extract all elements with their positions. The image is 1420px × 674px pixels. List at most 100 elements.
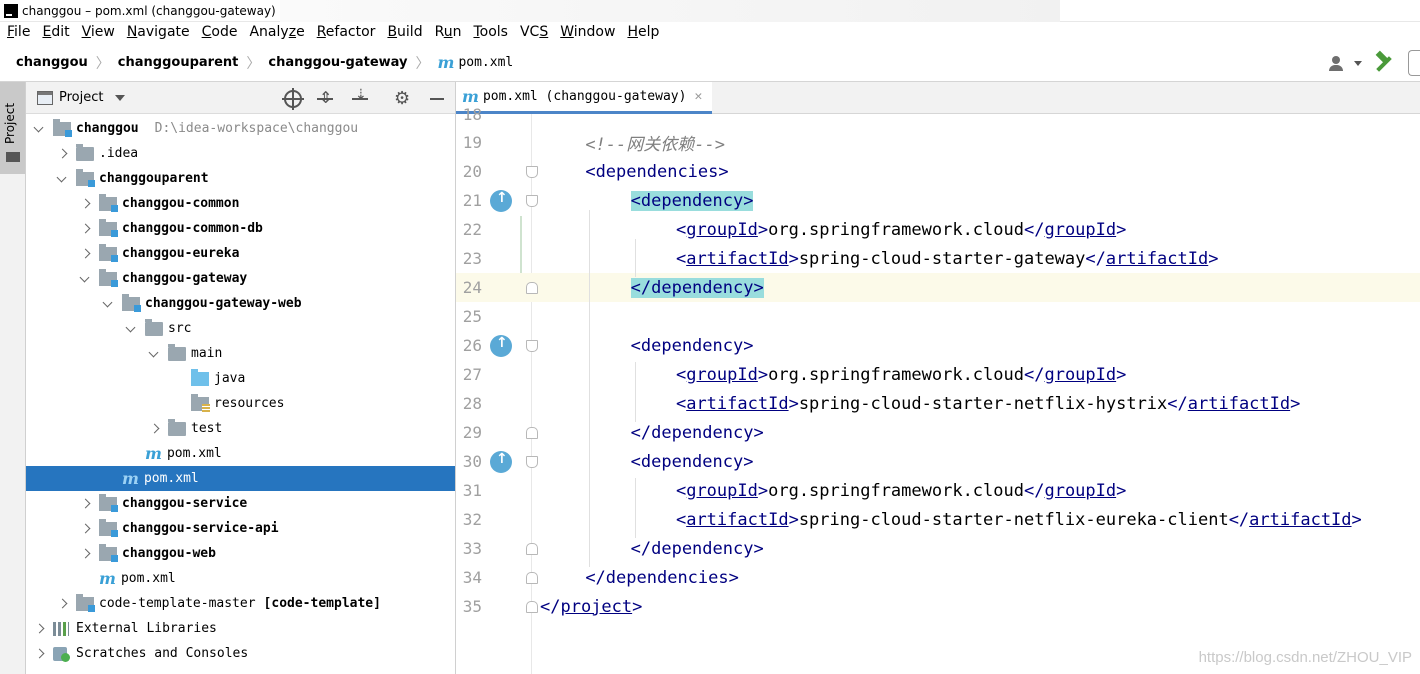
tree-item[interactable]: External Libraries <box>26 616 455 641</box>
menu-item[interactable]: Analyze <box>243 24 310 40</box>
run-configuration-dropdown[interactable] <box>1408 50 1420 76</box>
menu-item[interactable]: Help <box>621 24 665 40</box>
fold-open-icon[interactable] <box>526 339 538 352</box>
breadcrumb-changgouparent[interactable]: changgouparent <box>118 55 239 70</box>
code-token: </ <box>630 277 652 298</box>
tree-item[interactable]: .idea <box>26 141 455 166</box>
fold-close-icon[interactable] <box>526 542 538 555</box>
chevron-right-icon[interactable] <box>33 648 45 660</box>
code-token: > <box>753 422 764 443</box>
fold-close-icon[interactable] <box>526 600 538 613</box>
editor-panel: m pom.xml (changgou-gateway) ✕ 18 19 <!--… <box>456 82 1420 674</box>
chevron-down-icon[interactable] <box>125 323 137 335</box>
code-token: </ <box>1023 219 1045 240</box>
menu-item[interactable]: View <box>76 24 121 40</box>
menu-item[interactable]: Window <box>554 24 621 40</box>
gear-icon[interactable]: ⚙ <box>394 90 412 108</box>
chevron-right-icon[interactable] <box>79 248 91 260</box>
tree-item[interactable]: m pom.xml <box>26 566 455 591</box>
menu-text: ode <box>211 24 238 40</box>
chevron-down-icon[interactable] <box>79 273 91 285</box>
tree-item[interactable]: changgou-common-db <box>26 216 455 241</box>
tree-item-label: changgou-gateway <box>122 271 248 286</box>
maven-override-gutter-icon[interactable] <box>490 450 512 473</box>
breadcrumb-changgou[interactable]: changgou <box>16 55 88 70</box>
menu-item[interactable]: Navigate <box>121 24 196 40</box>
menu-item[interactable]: Build <box>381 24 428 40</box>
chevron-right-icon[interactable] <box>79 198 91 210</box>
expand-all-icon[interactable] <box>316 88 334 108</box>
tree-item[interactable]: changgou D:\idea-workspace\changgou <box>26 116 455 141</box>
fold-close-icon[interactable] <box>526 571 538 584</box>
code-editor[interactable]: 18 19<!--网关依赖-->20<dependencies>21<depen… <box>456 105 1420 674</box>
tree-item[interactable]: Scratches and Consoles <box>26 641 455 666</box>
menu-item[interactable]: Code <box>196 24 244 40</box>
menu-item[interactable]: Tools <box>467 24 514 40</box>
menu-text: Analy <box>249 24 289 40</box>
chevron-right-icon[interactable] <box>79 223 91 235</box>
menu-mnemonic: u <box>443 24 453 40</box>
menu-mnemonic: B <box>387 24 398 40</box>
tree-item[interactable]: code-template-master [code-template] <box>26 591 455 616</box>
fold-close-icon[interactable] <box>526 426 538 439</box>
tree-item[interactable]: changgou-gateway <box>26 266 455 291</box>
tree-item[interactable]: src <box>26 316 455 341</box>
code-text: </dependency> <box>631 539 764 559</box>
locate-target-icon[interactable] <box>282 88 304 110</box>
chevron-down-icon[interactable] <box>56 173 68 185</box>
tree-item[interactable]: changgou-service <box>26 491 455 516</box>
chevron-right-icon[interactable] <box>33 623 45 635</box>
chevron-down-icon[interactable] <box>33 123 45 135</box>
menu-item[interactable]: VCS <box>514 24 554 40</box>
chevron-right-icon[interactable] <box>56 148 68 160</box>
chevron-right-icon[interactable] <box>79 523 91 535</box>
tree-item[interactable]: m pom.xml <box>26 466 455 491</box>
code-token: dependency <box>651 277 754 298</box>
minimize-icon[interactable] <box>428 90 446 108</box>
chevron-right-icon[interactable] <box>79 548 91 560</box>
code-token: spring-cloud-starter-netflix-eureka-clie… <box>798 509 1229 530</box>
code-token: </ <box>1228 509 1250 530</box>
tree-item[interactable]: main <box>26 341 455 366</box>
project-view-title[interactable]: Project <box>59 90 103 105</box>
chevron-down-icon[interactable] <box>115 94 126 101</box>
tree-item[interactable]: changgou-service-api <box>26 516 455 541</box>
menu-item[interactable]: Edit <box>36 24 75 40</box>
tree-item[interactable]: test <box>26 416 455 441</box>
chevron-right-icon[interactable] <box>56 598 68 610</box>
fold-close-icon[interactable] <box>526 281 538 294</box>
code-token: artifactId <box>1187 393 1291 414</box>
fold-open-icon[interactable] <box>526 455 538 468</box>
menu-item[interactable]: File <box>0 24 36 40</box>
tree-item[interactable]: java <box>26 366 455 391</box>
code-token: < <box>630 190 641 211</box>
chevron-down-icon[interactable] <box>102 298 114 310</box>
code-token: groupId <box>686 219 758 240</box>
project-tool-window-tab[interactable]: Project <box>0 82 25 174</box>
chevron-down-icon[interactable] <box>148 348 160 360</box>
tree-item[interactable]: resources <box>26 391 455 416</box>
user-menu-button[interactable] <box>1328 52 1362 74</box>
tree-item[interactable]: changgou-gateway-web <box>26 291 455 316</box>
menu-item[interactable]: Refactor <box>311 24 382 40</box>
build-hammer-icon[interactable] <box>1374 52 1396 74</box>
code-token: dependency <box>640 190 744 211</box>
tree-item[interactable]: changgou-web <box>26 541 455 566</box>
collapse-all-icon[interactable] <box>351 87 369 108</box>
menu-item[interactable]: Run <box>429 24 468 40</box>
breadcrumb-changgou-gateway[interactable]: changgou-gateway <box>268 55 407 70</box>
maven-override-gutter-icon[interactable] <box>490 334 512 357</box>
fold-open-icon[interactable] <box>526 165 538 178</box>
chevron-right-icon[interactable] <box>148 423 160 435</box>
breadcrumb-pom-xml[interactable]: pom.xml <box>458 55 513 70</box>
tree-item[interactable]: changgou-common <box>26 191 455 216</box>
tree-item[interactable]: m pom.xml <box>26 441 455 466</box>
chevron-right-icon[interactable] <box>79 498 91 510</box>
tree-item[interactable]: changgou-eureka <box>26 241 455 266</box>
maven-override-gutter-icon[interactable] <box>490 189 512 212</box>
fold-open-icon[interactable] <box>526 194 538 207</box>
line-number: 22 <box>462 220 482 239</box>
project-path: D:\idea-workspace\changgou <box>154 121 359 136</box>
line-number: 35 <box>462 597 482 616</box>
tree-item[interactable]: changgouparent <box>26 166 455 191</box>
